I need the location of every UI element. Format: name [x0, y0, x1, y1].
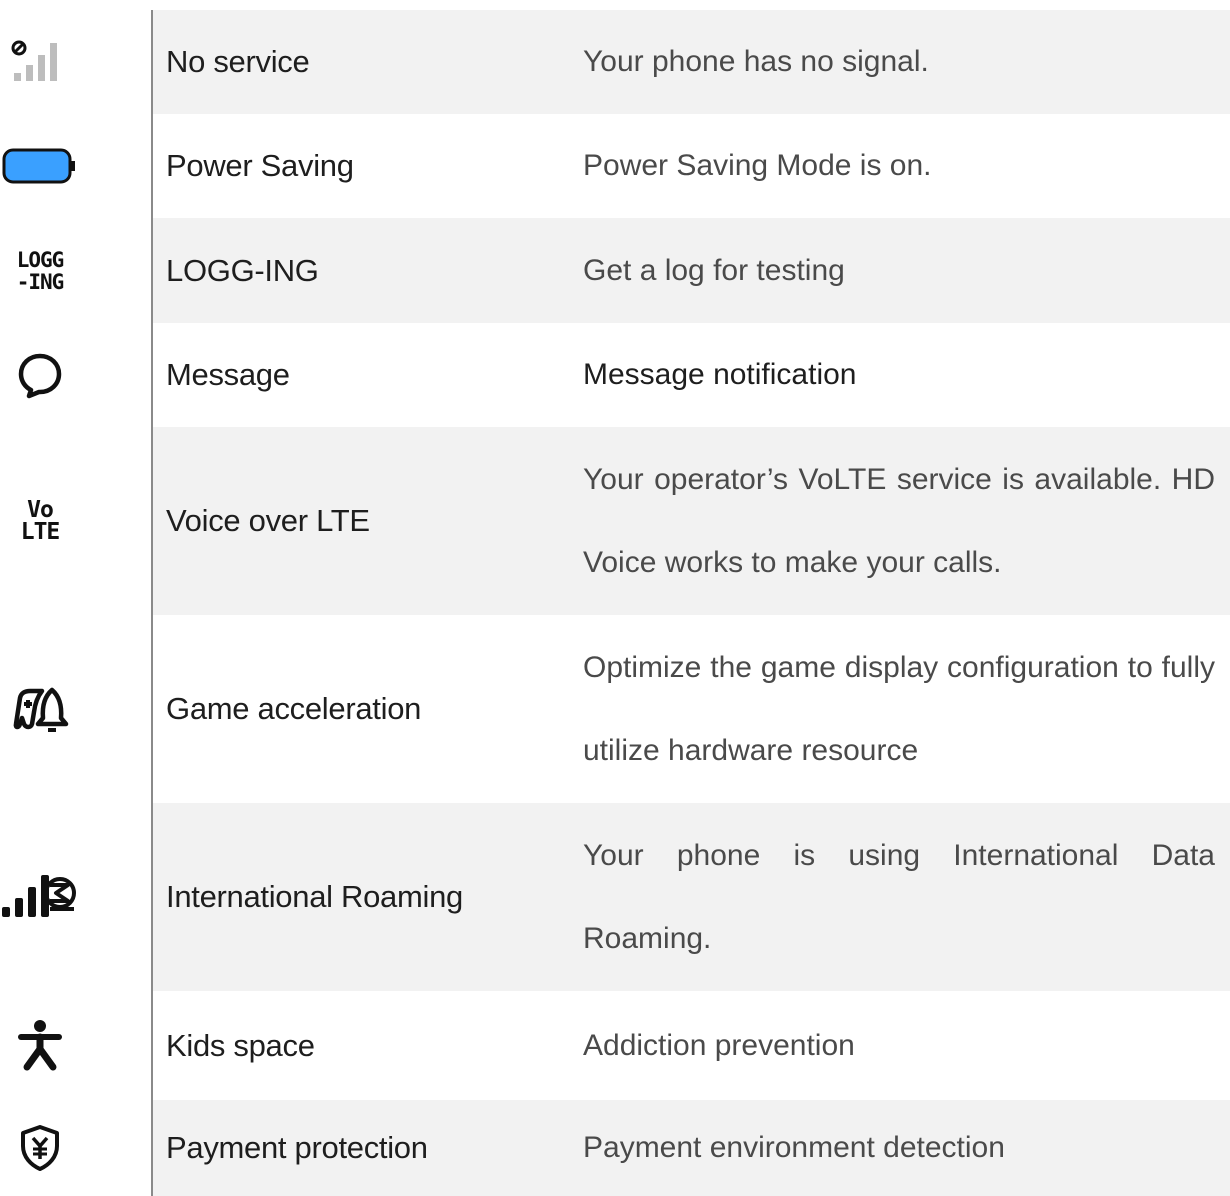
message-bubble-icon	[0, 323, 80, 427]
table-row: Power Saving Power Saving Mode is on.	[0, 114, 1230, 218]
row-description: Power Saving Mode is on.	[583, 149, 932, 182]
row-description: Optimize the game display configuration …	[583, 651, 1215, 767]
game-rocket-icon	[0, 615, 80, 803]
row-description: Your operator’s VoLTE service is availab…	[583, 463, 1215, 579]
kid-icon	[0, 991, 80, 1100]
row-name: No service	[166, 44, 310, 79]
row-description: Your phone has no signal.	[583, 45, 929, 78]
status-icon-table: No service Your phone has no signal. Pow…	[0, 0, 1230, 1196]
row-description: Message notification	[583, 358, 857, 391]
table-row: Kids space Addiction prevention	[0, 991, 1230, 1100]
table-row: Payment protection Payment environment d…	[0, 1100, 1230, 1196]
row-name: Message	[166, 357, 290, 392]
logging-icon-line: LOGG	[16, 247, 65, 272]
table-row: Message Message notification	[0, 323, 1230, 427]
battery-saver-icon	[0, 114, 80, 218]
volte-icon-line: LTE	[20, 519, 61, 545]
row-description: Addiction prevention	[583, 1028, 855, 1062]
row-name: Voice over LTE	[166, 503, 370, 538]
table-row: Vo LTE Voice over LTE Your operator’s Vo…	[0, 427, 1230, 615]
no-signal-icon	[0, 10, 80, 114]
row-name: International Roaming	[166, 879, 463, 914]
roaming-signal-icon	[0, 803, 80, 991]
row-name: Game acceleration	[166, 691, 422, 726]
volte-icon-line: Vo	[27, 497, 54, 523]
row-description: Your phone is using International Data R…	[583, 839, 1215, 955]
table-row: LOGG -ING LOGG-ING Get a log for testing	[0, 218, 1230, 323]
row-name: Kids space	[166, 1027, 315, 1063]
logging-icon-line: -ING	[16, 269, 65, 294]
shield-yen-icon	[0, 1100, 80, 1196]
row-name: Payment protection	[166, 1130, 428, 1165]
table-row: Game acceleration Optimize the game disp…	[0, 615, 1230, 803]
table-row: International Roaming Your phone is usin…	[0, 803, 1230, 991]
logging-icon: LOGG -ING	[0, 218, 80, 323]
row-name: LOGG-ING	[166, 252, 319, 288]
volte-icon: Vo LTE	[0, 427, 80, 615]
row-description: Payment environment detection	[583, 1131, 1005, 1164]
table-row: No service Your phone has no signal.	[0, 10, 1230, 114]
row-name: Power Saving	[166, 148, 354, 183]
row-description: Get a log for testing	[583, 253, 845, 287]
